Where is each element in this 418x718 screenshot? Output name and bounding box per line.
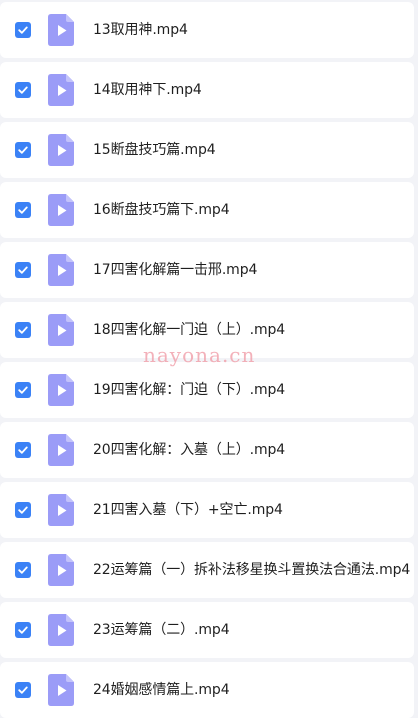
file-name: 13取用神.mp4 [93,22,188,38]
checkbox-checked[interactable] [15,82,31,98]
video-file-icon [48,494,74,526]
video-file-icon [48,554,74,586]
file-row[interactable]: 16断盘技巧篇下.mp4 [0,182,414,238]
checkmark-icon [18,626,28,634]
file-name: 20四害化解：入墓（上）.mp4 [93,442,286,458]
video-file-icon [48,74,74,106]
video-file-icon [48,374,74,406]
checkmark-icon [18,266,28,274]
checkmark-icon [18,446,28,454]
file-name: 24婚姻感情篇上.mp4 [93,682,230,698]
video-file-icon [48,434,74,466]
file-name: 16断盘技巧篇下.mp4 [93,202,230,218]
file-list: 13取用神.mp4 14取用神下.mp4 15断盘技巧篇.mp4 16断盘技巧篇下.m… [0,0,418,718]
video-file-icon [48,674,74,706]
checkmark-icon [18,26,28,34]
checkmark-icon [18,386,28,394]
checkbox-checked[interactable] [15,442,31,458]
file-name: 21四害入墓（下）+空亡.mp4 [93,502,283,518]
checkmark-icon [18,686,28,694]
checkmark-icon [18,86,28,94]
file-row[interactable]: 13取用神.mp4 [0,2,414,58]
checkmark-icon [18,206,28,214]
file-row[interactable]: 20四害化解：入墓（上）.mp4 [0,422,414,478]
checkbox-checked[interactable] [15,202,31,218]
video-file-icon [48,254,74,286]
file-row[interactable]: 21四害入墓（下）+空亡.mp4 [0,482,414,538]
file-name: 19四害化解：门迫（下）.mp4 [93,382,286,398]
file-name: 23运筹篇（二）.mp4 [93,622,230,638]
checkbox-checked[interactable] [15,682,31,698]
file-name: 18四害化解一门迫（上）.mp4 [93,322,286,338]
checkmark-icon [18,146,28,154]
checkbox-checked[interactable] [15,382,31,398]
file-name: 17四害化解篇一击邢.mp4 [93,262,258,278]
file-row[interactable]: 24婚姻感情篇上.mp4 [0,662,414,718]
checkbox-checked[interactable] [15,562,31,578]
file-row[interactable]: 14取用神下.mp4 [0,62,414,118]
file-name: 22运筹篇（一）拆补法移星换斗置换法合通法.mp4 [93,562,411,578]
checkmark-icon [18,506,28,514]
checkbox-checked[interactable] [15,622,31,638]
video-file-icon [48,134,74,166]
checkmark-icon [18,566,28,574]
checkbox-checked[interactable] [15,502,31,518]
file-row[interactable]: 22运筹篇（一）拆补法移星换斗置换法合通法.mp4 [0,542,414,598]
file-row[interactable]: 18四害化解一门迫（上）.mp4 [0,302,414,358]
checkbox-checked[interactable] [15,322,31,338]
video-file-icon [48,194,74,226]
file-row[interactable]: 17四害化解篇一击邢.mp4 [0,242,414,298]
file-row[interactable]: 15断盘技巧篇.mp4 [0,122,414,178]
video-file-icon [48,14,74,46]
checkmark-icon [18,326,28,334]
video-file-icon [48,314,74,346]
checkbox-checked[interactable] [15,262,31,278]
file-name: 15断盘技巧篇.mp4 [93,142,216,158]
checkbox-checked[interactable] [15,22,31,38]
video-file-icon [48,614,74,646]
file-row[interactable]: 19四害化解：门迫（下）.mp4 [0,362,414,418]
file-name: 14取用神下.mp4 [93,82,202,98]
file-row[interactable]: 23运筹篇（二）.mp4 [0,602,414,658]
checkbox-checked[interactable] [15,142,31,158]
